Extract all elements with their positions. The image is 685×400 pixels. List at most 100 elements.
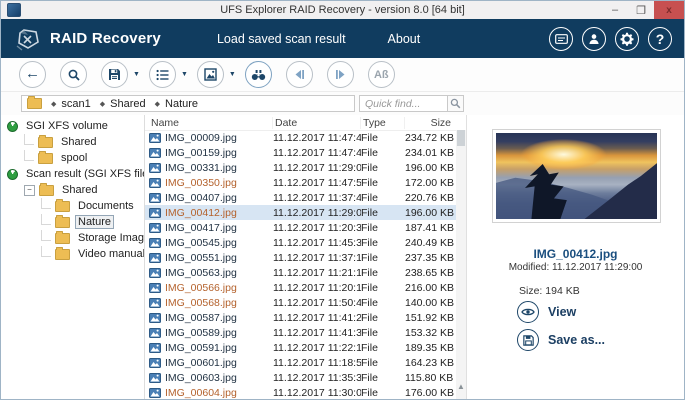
image-file-icon bbox=[149, 268, 161, 278]
menu-load-saved-scan-result[interactable]: Load saved scan result bbox=[217, 32, 346, 46]
previous-object-button[interactable] bbox=[286, 61, 313, 88]
folder-icon bbox=[38, 153, 53, 164]
user-icon[interactable] bbox=[582, 27, 606, 51]
file-name: IMG_00603.jpg bbox=[165, 372, 237, 384]
file-type: File bbox=[361, 222, 405, 234]
save-scan-button[interactable] bbox=[101, 61, 128, 88]
file-type: File bbox=[361, 162, 405, 174]
file-row[interactable]: IMG_00563.jpg 11.12.2017 11:21:10 File 2… bbox=[145, 265, 456, 280]
crumb-separator-icon: ◆ bbox=[155, 100, 160, 108]
maximize-button[interactable]: ❐ bbox=[628, 1, 654, 19]
close-button[interactable]: x bbox=[654, 1, 684, 19]
file-name: IMG_00417.jpg bbox=[165, 222, 237, 234]
file-name: IMG_00563.jpg bbox=[165, 267, 237, 279]
file-list-scrollbar[interactable]: ▲ bbox=[456, 130, 466, 399]
help-icon[interactable]: ? bbox=[648, 27, 672, 51]
file-row[interactable]: IMG_00350.jpg 11.12.2017 11:47:57 File 1… bbox=[145, 175, 456, 190]
tree-item-documents[interactable]: Documents bbox=[1, 198, 144, 214]
nav-icon-buttons: ? bbox=[549, 27, 672, 51]
menu-about[interactable]: About bbox=[388, 32, 421, 46]
main-content: SGI XFS volume Shared spool Scan result … bbox=[1, 115, 684, 399]
file-row[interactable]: IMG_00604.jpg 11.12.2017 11:30:05 File 1… bbox=[145, 385, 456, 399]
file-date: 11.12.2017 11:29:00 bbox=[273, 207, 361, 219]
tree-collapse-icon[interactable]: − bbox=[24, 185, 35, 196]
file-size: 238.65 KB bbox=[405, 267, 455, 279]
quick-find-search-button[interactable] bbox=[447, 95, 464, 112]
preview-filename: IMG_00412.jpg bbox=[467, 247, 684, 261]
back-button[interactable]: ← bbox=[19, 61, 46, 88]
find-button[interactable] bbox=[245, 61, 272, 88]
scrollbar-thumb[interactable] bbox=[457, 130, 465, 146]
file-size: 176.00 KB bbox=[405, 387, 455, 399]
file-date: 11.12.2017 11:50:44 bbox=[273, 297, 361, 309]
file-size: 196.00 KB bbox=[405, 162, 455, 174]
breadcrumb-crumb[interactable]: Nature bbox=[165, 98, 198, 110]
file-type: File bbox=[361, 282, 405, 294]
file-name: IMG_00568.jpg bbox=[165, 297, 237, 309]
scrollbar-up-icon[interactable]: ▲ bbox=[456, 382, 466, 391]
encoding-button[interactable]: Aß bbox=[368, 61, 395, 88]
tree-connector bbox=[41, 246, 51, 257]
folder-icon bbox=[55, 249, 70, 260]
view-options-dropdown-caret[interactable]: ▼ bbox=[181, 71, 188, 78]
tree-item-nature[interactable]: Nature bbox=[1, 214, 144, 230]
export-dropdown-caret[interactable]: ▼ bbox=[229, 71, 236, 78]
file-date: 11.12.2017 11:29:00 bbox=[273, 162, 361, 174]
brand-title: RAID Recovery bbox=[50, 30, 161, 47]
minimize-button[interactable]: – bbox=[602, 1, 628, 19]
path-bar: ◆scan1◆Shared◆Nature bbox=[1, 92, 684, 115]
file-size: 115.80 KB bbox=[405, 372, 455, 384]
breadcrumb-crumb[interactable]: Shared bbox=[110, 98, 145, 110]
tree-item-video-manuals[interactable]: Video manuals bbox=[1, 246, 144, 262]
tree-item-spool[interactable]: spool bbox=[1, 150, 144, 166]
tree-item-shared[interactable]: Shared bbox=[1, 134, 144, 150]
file-row[interactable]: IMG_00407.jpg 11.12.2017 11:37:43 File 2… bbox=[145, 190, 456, 205]
preview-thumbnail[interactable] bbox=[492, 129, 661, 223]
file-row[interactable]: IMG_00566.jpg 11.12.2017 11:20:14 File 2… bbox=[145, 280, 456, 295]
file-row[interactable]: IMG_00601.jpg 11.12.2017 11:18:53 File 1… bbox=[145, 355, 456, 370]
file-row[interactable]: IMG_00545.jpg 11.12.2017 11:45:36 File 2… bbox=[145, 235, 456, 250]
folder-tree: SGI XFS volume Shared spool Scan result … bbox=[1, 115, 145, 399]
column-header-size[interactable]: Size bbox=[405, 117, 455, 129]
file-name: IMG_00331.jpg bbox=[165, 162, 237, 174]
column-header-name[interactable]: Name bbox=[149, 117, 273, 129]
view-options-button[interactable] bbox=[149, 61, 176, 88]
quick-find-magnifier-icon bbox=[450, 98, 461, 109]
file-row[interactable]: IMG_00603.jpg 11.12.2017 11:35:37 File 1… bbox=[145, 370, 456, 385]
file-row[interactable]: IMG_00009.jpg 11.12.2017 11:47:44 File 2… bbox=[145, 130, 456, 145]
file-row[interactable]: IMG_00159.jpg 11.12.2017 11:47:49 File 2… bbox=[145, 145, 456, 160]
breadcrumb-crumb[interactable]: scan1 bbox=[61, 98, 90, 110]
tree-item-sgi-xfs-volume[interactable]: SGI XFS volume bbox=[1, 118, 144, 134]
file-row[interactable]: IMG_00591.jpg 11.12.2017 11:22:14 File 1… bbox=[145, 340, 456, 355]
license-card-icon[interactable] bbox=[549, 27, 573, 51]
file-row[interactable]: IMG_00551.jpg 11.12.2017 11:37:12 File 2… bbox=[145, 250, 456, 265]
column-header-date[interactable]: Date bbox=[273, 117, 361, 129]
app-icon bbox=[7, 3, 21, 17]
tree-item-scan-result-sgi-xfs-file-system-3-72-gb[interactable]: Scan result (SGI XFS file system; 3.72 G… bbox=[1, 166, 144, 182]
file-row[interactable]: IMG_00417.jpg 11.12.2017 11:20:34 File 1… bbox=[145, 220, 456, 235]
file-row[interactable]: IMG_00568.jpg 11.12.2017 11:50:44 File 1… bbox=[145, 295, 456, 310]
breadcrumb[interactable]: ◆scan1◆Shared◆Nature bbox=[21, 95, 355, 112]
settings-gear-icon[interactable] bbox=[615, 27, 639, 51]
save-dropdown-caret[interactable]: ▼ bbox=[133, 71, 140, 78]
file-row[interactable]: IMG_00589.jpg 11.12.2017 11:41:30 File 1… bbox=[145, 325, 456, 340]
image-file-icon bbox=[149, 148, 161, 158]
quick-find-input[interactable] bbox=[359, 95, 447, 112]
save-as-button[interactable]: Save as... bbox=[517, 329, 605, 351]
file-row[interactable]: IMG_00587.jpg 11.12.2017 11:41:26 File 1… bbox=[145, 310, 456, 325]
file-size: 140.00 KB bbox=[405, 297, 455, 309]
view-button[interactable]: View bbox=[517, 301, 576, 323]
file-size: 172.00 KB bbox=[405, 177, 455, 189]
search-button[interactable] bbox=[60, 61, 87, 88]
next-object-button[interactable] bbox=[327, 61, 354, 88]
file-date: 11.12.2017 11:45:36 bbox=[273, 237, 361, 249]
file-row[interactable]: IMG_00331.jpg 11.12.2017 11:29:00 File 1… bbox=[145, 160, 456, 175]
save-as-button-label: Save as... bbox=[548, 333, 605, 347]
breadcrumb-items: ◆scan1◆Shared◆Nature bbox=[42, 98, 198, 110]
column-header-type[interactable]: Type bbox=[361, 117, 405, 129]
export-image-button[interactable] bbox=[197, 61, 224, 88]
tree-item-shared[interactable]: − Shared bbox=[1, 182, 144, 198]
file-date: 11.12.2017 11:21:10 bbox=[273, 267, 361, 279]
file-row[interactable]: IMG_00412.jpg 11.12.2017 11:29:00 File 1… bbox=[145, 205, 456, 220]
tree-item-storage-image-files[interactable]: Storage Image Files bbox=[1, 230, 144, 246]
